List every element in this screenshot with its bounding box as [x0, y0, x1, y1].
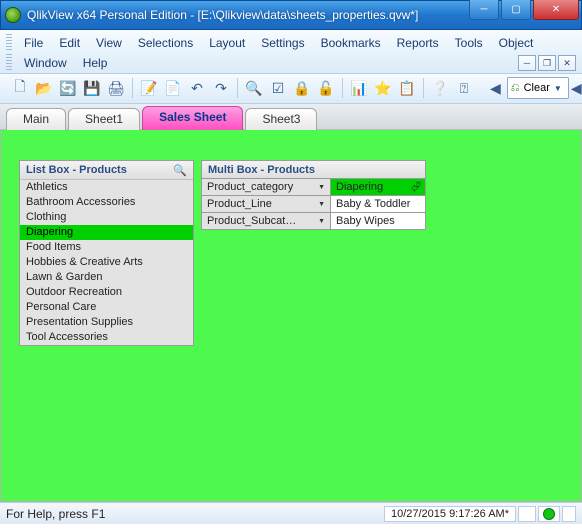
- list-item[interactable]: Tool Accessories: [20, 330, 193, 345]
- selections-icon[interactable]: ☑: [267, 77, 289, 99]
- multibox-field-label[interactable]: Product_Subcat… ▼: [201, 213, 331, 230]
- list-item[interactable]: Presentation Supplies: [20, 315, 193, 330]
- menu-grip-icon: [6, 34, 12, 52]
- mdi-close-button[interactable]: ✕: [558, 55, 576, 71]
- clear-label: Clear: [524, 82, 550, 94]
- tab-sheet3[interactable]: Sheet3: [245, 108, 317, 130]
- save-icon[interactable]: 💾: [81, 77, 103, 99]
- tab-sheet1[interactable]: Sheet1: [68, 108, 140, 130]
- new-file-icon[interactable]: 🗋: [9, 77, 31, 99]
- multibox-row: Product_Subcat… ▼ Baby Wipes: [201, 213, 426, 230]
- multibox-title[interactable]: Multi Box - Products: [201, 160, 426, 179]
- window-controls: ─ ▢ ✕: [467, 0, 579, 20]
- listbox-title[interactable]: List Box - Products 🔍: [20, 161, 193, 180]
- menu-file[interactable]: File: [16, 33, 51, 53]
- tab-main[interactable]: Main: [6, 108, 66, 130]
- status-dot-icon: [543, 508, 555, 520]
- dropdown-arrow-icon: ▼: [554, 84, 562, 93]
- clear-selections-button[interactable]: ⎌ Clear ▼: [507, 77, 569, 99]
- minimize-button[interactable]: ─: [469, 0, 499, 20]
- back2-nav-icon[interactable]: ◀: [570, 77, 582, 99]
- sheet-canvas[interactable]: List Box - Products 🔍 Athletics Bathroom…: [0, 130, 582, 502]
- chevron-down-icon: ▼: [318, 218, 325, 225]
- window-titlebar: QlikView x64 Personal Edition - [E:\Qlik…: [0, 0, 582, 30]
- multibox-field-label[interactable]: Product_Line ▼: [201, 196, 331, 213]
- unlock-icon[interactable]: 🔓: [315, 77, 337, 99]
- chevron-down-icon: ▼: [318, 184, 325, 191]
- bookmark-icon[interactable]: ⭐: [372, 77, 394, 99]
- clear-icon: ⎌: [511, 82, 520, 95]
- toolbar: 🗋 📂 🔄 💾 🖨 📝 📄 ↶ ↷ 🔍 ☑ 🔒 🔓 📊 ⭐ 📋 ❔ ⍰ ◀ ⎌ …: [0, 74, 582, 104]
- notes-icon[interactable]: 📋: [396, 77, 418, 99]
- chevron-down-icon: ▼: [318, 201, 325, 208]
- toolbar-separator: [132, 78, 133, 98]
- multibox-value[interactable]: Baby & Toddler: [331, 196, 426, 213]
- status-help-text: For Help, press F1: [6, 507, 105, 521]
- reload-icon[interactable]: 📄: [162, 77, 184, 99]
- maximize-button[interactable]: ▢: [501, 0, 531, 20]
- list-item[interactable]: Hobbies & Creative Arts: [20, 255, 193, 270]
- menu-layout[interactable]: Layout: [201, 33, 253, 53]
- menu-settings[interactable]: Settings: [253, 33, 312, 53]
- lock-icon[interactable]: 🔒: [291, 77, 313, 99]
- close-button[interactable]: ✕: [533, 0, 579, 20]
- menu-tools[interactable]: Tools: [447, 33, 491, 53]
- menu-edit[interactable]: Edit: [51, 33, 88, 53]
- back-nav-icon[interactable]: ◀: [489, 77, 502, 99]
- refresh-icon[interactable]: 🔄: [57, 77, 79, 99]
- toolbar-separator: [423, 78, 424, 98]
- whatsthis-icon[interactable]: ⍰: [453, 77, 475, 99]
- multibox-row: Product_category ▼ Diapering ⮰: [201, 179, 426, 196]
- help-icon[interactable]: ❔: [429, 77, 451, 99]
- mdi-restore-button[interactable]: ❐: [538, 55, 556, 71]
- print-icon[interactable]: 🖨: [105, 77, 127, 99]
- listbox-products[interactable]: List Box - Products 🔍 Athletics Bathroom…: [19, 160, 194, 346]
- redo-icon[interactable]: ↷: [210, 77, 232, 99]
- status-resize-grip[interactable]: [562, 506, 576, 522]
- tab-sales-sheet[interactable]: Sales Sheet: [142, 106, 243, 130]
- status-empty-well: [518, 506, 536, 522]
- chart-wizard-icon[interactable]: 📊: [348, 77, 370, 99]
- list-item[interactable]: Lawn & Garden: [20, 270, 193, 285]
- status-bar: For Help, press F1 10/27/2015 9:17:26 AM…: [0, 502, 582, 524]
- list-item[interactable]: Diapering: [20, 225, 193, 240]
- edit-script-icon[interactable]: 📝: [138, 77, 160, 99]
- menu-object[interactable]: Object: [491, 33, 542, 53]
- menu-help[interactable]: Help: [75, 53, 116, 73]
- open-file-icon[interactable]: 📂: [33, 77, 55, 99]
- cursor-icon: ⮰: [411, 179, 421, 195]
- multibox-value[interactable]: Diapering ⮰: [331, 179, 426, 196]
- toolbar-separator: [237, 78, 238, 98]
- status-datetime: 10/27/2015 9:17:26 AM*: [384, 506, 516, 522]
- mdi-controls: ─ ❐ ✕: [516, 55, 576, 71]
- mdi-minimize-button[interactable]: ─: [518, 55, 536, 71]
- menu-grip-icon: [6, 54, 12, 72]
- list-item[interactable]: Outdoor Recreation: [20, 285, 193, 300]
- list-item[interactable]: Athletics: [20, 180, 193, 195]
- menu-bar: File Edit View Selections Layout Setting…: [0, 30, 582, 74]
- multibox-products[interactable]: Multi Box - Products Product_category ▼ …: [201, 160, 426, 230]
- menu-window[interactable]: Window: [16, 53, 75, 73]
- toolbar-separator: [342, 78, 343, 98]
- multibox-value[interactable]: Baby Wipes: [331, 213, 426, 230]
- menu-bookmarks[interactable]: Bookmarks: [313, 33, 389, 53]
- menu-selections[interactable]: Selections: [130, 33, 201, 53]
- multibox-row: Product_Line ▼ Baby & Toddler: [201, 196, 426, 213]
- qlikview-app-icon: [5, 7, 21, 23]
- multibox-field-label[interactable]: Product_category ▼: [201, 179, 331, 196]
- sheet-tabstrip: Main Sheet1 Sales Sheet Sheet3: [0, 104, 582, 130]
- list-item[interactable]: Bathroom Accessories: [20, 195, 193, 210]
- list-item[interactable]: Food Items: [20, 240, 193, 255]
- list-item[interactable]: Personal Care: [20, 300, 193, 315]
- undo-icon[interactable]: ↶: [186, 77, 208, 99]
- search-icon[interactable]: 🔍: [243, 77, 265, 99]
- status-indicator: [538, 506, 560, 522]
- search-icon[interactable]: 🔍: [173, 164, 187, 177]
- menu-reports[interactable]: Reports: [389, 33, 447, 53]
- menu-view[interactable]: View: [88, 33, 130, 53]
- list-item[interactable]: Clothing: [20, 210, 193, 225]
